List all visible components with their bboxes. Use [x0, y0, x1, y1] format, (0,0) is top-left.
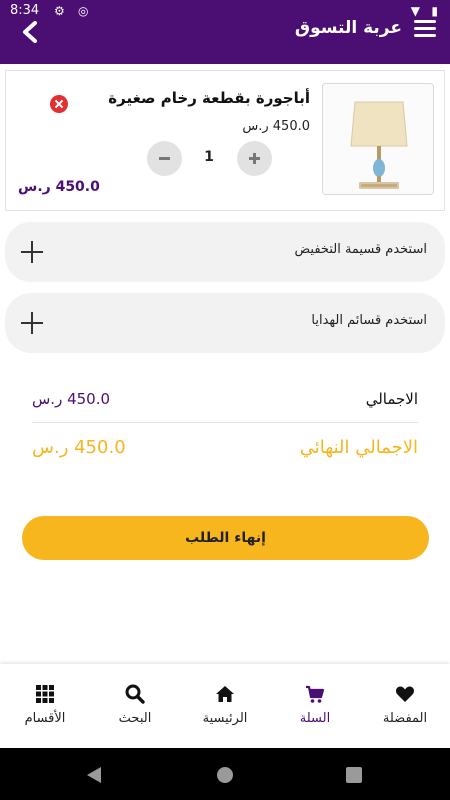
nav-item-categories[interactable]: الأقسام [0, 664, 90, 748]
final-total-value: 450.0 ر.س [32, 437, 126, 458]
chevron-left-icon [23, 21, 37, 43]
hamburger-menu-icon[interactable] [414, 20, 436, 40]
nav-label-cart: السلة [299, 711, 331, 726]
discount-coupon-row[interactable]: استخدم قسيمة التخفيض [5, 222, 445, 282]
product-name[interactable]: أباجورة بقطعة رخام صغيرة [108, 89, 310, 107]
page-title: عربة التسوق [294, 18, 402, 38]
increase-quantity-button[interactable] [237, 141, 272, 176]
back-button[interactable] [14, 16, 46, 48]
lamp-image-icon [323, 84, 433, 194]
search-icon [125, 684, 145, 704]
decrease-quantity-button[interactable] [147, 141, 182, 176]
nav-label-categories: الأقسام [24, 711, 66, 726]
app-bar: عربة التسوق [0, 12, 450, 52]
subtotal-value: 450.0 ر.س [32, 390, 111, 408]
plus-icon[interactable] [21, 241, 43, 263]
checkout-button[interactable]: إنهاء الطلب [22, 516, 429, 560]
nav-item-cart[interactable]: السلة [270, 664, 360, 748]
gift-coupon-label: استخدم قسائم الهدايا [311, 313, 427, 328]
heart-icon [396, 686, 414, 702]
quantity-value: 1 [204, 149, 214, 165]
unit-price: 450.0 ر.س [242, 119, 310, 134]
remove-item-button[interactable] [50, 95, 68, 113]
system-recents-icon[interactable] [346, 767, 362, 783]
bottom-navigation: المفضلة السلة الرئيسية البحث الأقسام [0, 664, 450, 748]
system-back-icon[interactable] [86, 766, 102, 784]
nav-label-home: الرئيسية [202, 711, 248, 726]
nav-item-favorites[interactable]: المفضلة [360, 664, 450, 748]
final-total-label: الاجمالي النهائي [299, 437, 418, 458]
system-home-icon[interactable] [216, 766, 234, 784]
nav-label-favorites: المفضلة [382, 711, 428, 726]
nav-item-home[interactable]: الرئيسية [180, 664, 270, 748]
product-image[interactable] [322, 83, 434, 195]
cart-item-card: أباجورة بقطعة رخام صغيرة 450.0 ر.س 1 450… [5, 70, 445, 211]
discount-coupon-label: استخدم قسيمة التخفيض [294, 242, 428, 257]
shopping-cart-icon [306, 685, 325, 703]
home-icon [216, 686, 234, 702]
grid-icon [36, 685, 54, 703]
nav-item-search[interactable]: البحث [90, 664, 180, 748]
line-total: 450.0 ر.س [18, 179, 100, 195]
top-bar: 8:34 ⚙ ◎ ▼ ▮ عربة التسوق [0, 0, 450, 64]
nav-label-search: البحث [118, 711, 152, 726]
plus-icon[interactable] [21, 312, 43, 334]
gift-coupon-row[interactable]: استخدم قسائم الهدايا [5, 293, 445, 353]
subtotal-label: الاجمالي [365, 390, 418, 408]
totals-divider [32, 422, 418, 423]
system-navigation-bar [0, 748, 450, 800]
